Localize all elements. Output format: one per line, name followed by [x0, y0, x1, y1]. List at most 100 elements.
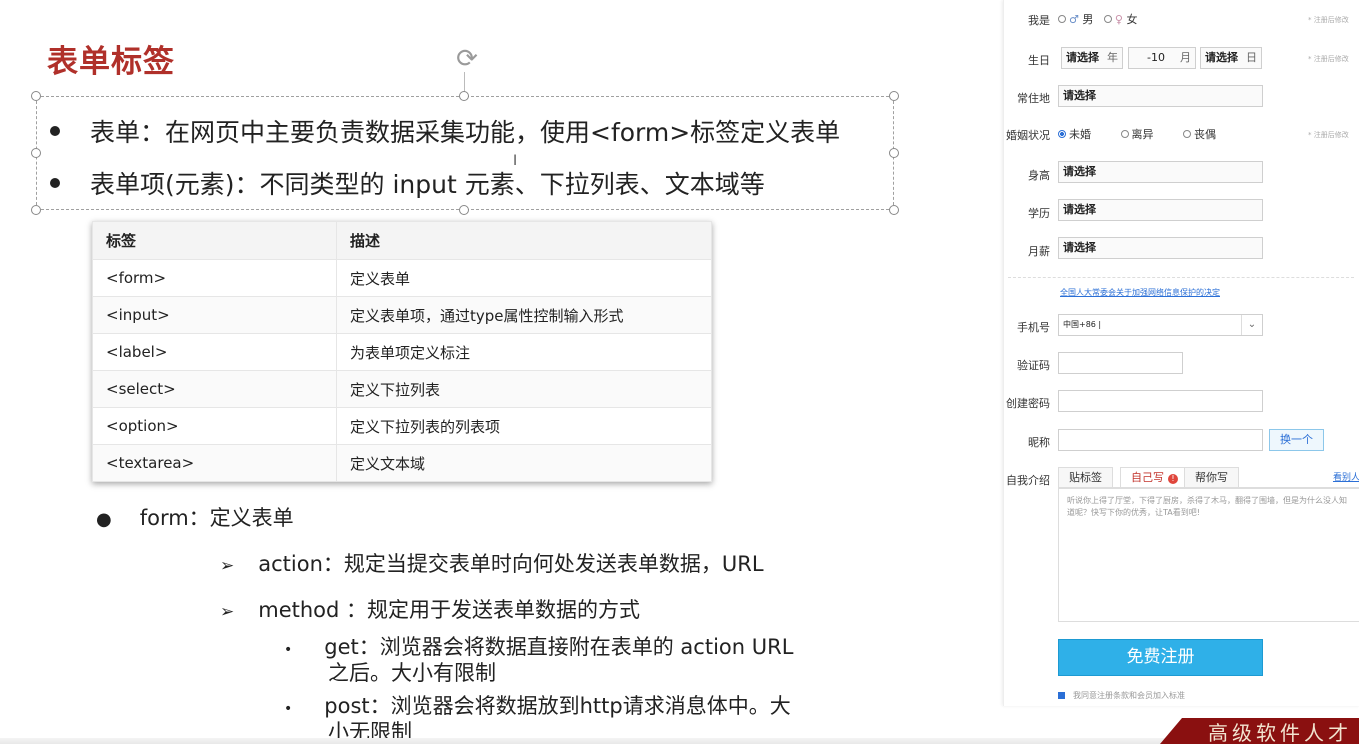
arrow-bullet-icon: ➢: [220, 556, 235, 576]
year-unit: 年: [1107, 51, 1118, 64]
agree-checkbox[interactable]: [1058, 692, 1065, 699]
captcha-input[interactable]: [1058, 352, 1183, 374]
table-cell-tag: <form>: [92, 259, 337, 297]
tab-label: 自己写: [1131, 471, 1164, 484]
bullet-form-definition: 表单：在网页中主要负责数据采集功能，使用<form>标签定义表单: [50, 113, 840, 149]
divider: [1008, 277, 1354, 278]
intro-textarea[interactable]: 听说你上得了厅堂，下得了厨房，杀得了木马，翻得了围墙，但是为什么没人知道呢？快写…: [1058, 488, 1359, 622]
radio-widowed[interactable]: [1183, 130, 1191, 138]
residence-label: 常住地: [1017, 92, 1050, 105]
phone-label: 手机号: [1017, 321, 1050, 334]
marital-option: 丧偶: [1194, 128, 1216, 141]
height-value: 请选择: [1063, 165, 1096, 178]
residence-select[interactable]: 请选择: [1058, 85, 1263, 107]
form-tags-table: 标签 描述 <form> 定义表单 <input> 定义表单项，通过type属性…: [92, 221, 712, 482]
table-header-row: 标签 描述: [92, 221, 712, 260]
change-nickname-button[interactable]: 换一个: [1269, 429, 1324, 451]
radio-male[interactable]: [1058, 15, 1066, 23]
day-select-value: 请选择: [1205, 51, 1238, 64]
table-header-desc: 描述: [336, 221, 712, 260]
resize-handle-bl[interactable]: [31, 205, 41, 215]
residence-value: 请选择: [1063, 89, 1096, 102]
nickname-input[interactable]: [1058, 429, 1263, 451]
rotate-icon[interactable]: ⟳: [452, 44, 482, 74]
bullet-dot: [50, 126, 60, 136]
bullet-form-tag: ● form：定义表单: [96, 502, 294, 532]
male-avatar-icon: ♂: [1069, 13, 1079, 26]
height-label: 身高: [1028, 169, 1050, 182]
salary-select[interactable]: 请选择: [1058, 237, 1263, 259]
bullet-text: action：规定当提交表单时向何处发送表单数据，URL: [258, 552, 764, 576]
text-cursor-icon: I: [513, 153, 518, 169]
female-avatar-icon: ♀: [1114, 13, 1123, 26]
resize-handle-tm[interactable]: [459, 91, 469, 101]
radio-unmarried[interactable]: [1058, 130, 1066, 138]
bullet-dot: ●: [96, 509, 112, 530]
warning-icon: !: [1168, 474, 1178, 484]
radio-divorced[interactable]: [1120, 130, 1129, 138]
marital-option: 离异: [1131, 128, 1154, 141]
arrow-bullet-icon: ➢: [220, 602, 235, 622]
table-cell-tag: <option>: [92, 407, 337, 445]
tab-tags[interactable]: 贴标签: [1058, 467, 1113, 487]
bullet-form-items: 表单项(元素)：不同类型的 input 元素、下拉列表、文本域等: [50, 165, 765, 201]
bottom-bar: [0, 738, 1359, 744]
phone-input[interactable]: 中国+86 | ⌄: [1058, 314, 1263, 336]
table-cell-desc: 定义下拉列表的列表项: [336, 407, 712, 445]
table-cell-tag: <textarea>: [92, 444, 337, 482]
note-text: * 注册后修改: [1308, 16, 1349, 24]
table-cell-desc: 定义下拉列表: [336, 370, 712, 408]
agree-text: 我同意注册条款和会员加入标准: [1073, 691, 1185, 700]
bullet-text: form：定义表单: [139, 506, 294, 530]
month-select[interactable]: -10 月: [1128, 47, 1196, 69]
resize-handle-br[interactable]: [889, 205, 899, 215]
tab-self-write[interactable]: 自己写!: [1120, 467, 1189, 487]
bullet-method: ➢ method ：规定用于发送表单数据的方式: [220, 594, 640, 624]
resize-handle-tr[interactable]: [889, 91, 899, 101]
intro-side-link[interactable]: 看别人: [1333, 470, 1359, 483]
bullet-text: 表单：在网页中主要负责数据采集功能，使用<form>标签定义表单: [90, 118, 841, 147]
note-text: * 注册后修改: [1308, 131, 1349, 139]
password-label: 创建密码: [1006, 397, 1050, 410]
month-unit: 月: [1180, 51, 1191, 64]
year-select[interactable]: 请选择 年: [1061, 47, 1123, 69]
password-input[interactable]: [1058, 390, 1263, 412]
bullet-dot: •: [284, 642, 293, 658]
chevron-down-icon[interactable]: ⌄: [1241, 315, 1262, 335]
resize-handle-tl[interactable]: [31, 91, 41, 101]
bullet-dot: [50, 178, 60, 188]
tab-help-write[interactable]: 帮你写: [1184, 467, 1239, 487]
day-select[interactable]: 请选择 日: [1200, 47, 1262, 69]
captcha-label: 验证码: [1017, 359, 1050, 372]
table-cell-desc: 定义文本域: [336, 444, 712, 482]
month-value: -10: [1147, 51, 1165, 64]
agree-row: 我同意注册条款和会员加入标准: [1058, 690, 1185, 701]
table-row: <input> 定义表单项，通过type属性控制输入形式: [92, 296, 712, 334]
height-select[interactable]: 请选择: [1058, 161, 1263, 183]
bullet-text: get：浏览器会将数据直接附在表单的 action URL: [324, 635, 794, 659]
radio-female[interactable]: [1103, 15, 1112, 23]
salary-value: 请选择: [1063, 241, 1096, 254]
table-row: <select> 定义下拉列表: [92, 370, 712, 408]
marital-label: 婚姻状况: [1006, 129, 1050, 142]
resize-handle-bm[interactable]: [459, 205, 469, 215]
phone-prefix: 中国+86 |: [1063, 320, 1102, 329]
resize-handle-ml[interactable]: [31, 148, 41, 158]
table-cell-desc: 为表单项定义标注: [336, 333, 712, 371]
gender-male-label: 男: [1082, 13, 1094, 26]
table-row: <option> 定义下拉列表的列表项: [92, 407, 712, 445]
table-cell-tag: <input>: [92, 296, 337, 334]
gender-label: 我是: [1028, 14, 1050, 27]
tab-label: 帮你写: [1195, 471, 1228, 484]
education-value: 请选择: [1063, 203, 1096, 216]
resize-handle-mr[interactable]: [889, 148, 899, 158]
bullet-get-cont: 之后。大小有限制: [328, 661, 496, 685]
table-row: <textarea> 定义文本域: [92, 444, 712, 482]
gender-female-label: 女: [1126, 13, 1138, 26]
law-link[interactable]: 全国人大常委会关于加强网络信息保护的决定: [1060, 287, 1220, 298]
marital-group: 未婚 离异 丧偶: [1058, 126, 1216, 142]
register-button[interactable]: 免费注册: [1058, 639, 1263, 676]
intro-label: 自我介绍: [1006, 474, 1050, 487]
education-label: 学历: [1028, 207, 1050, 220]
education-select[interactable]: 请选择: [1058, 199, 1263, 221]
